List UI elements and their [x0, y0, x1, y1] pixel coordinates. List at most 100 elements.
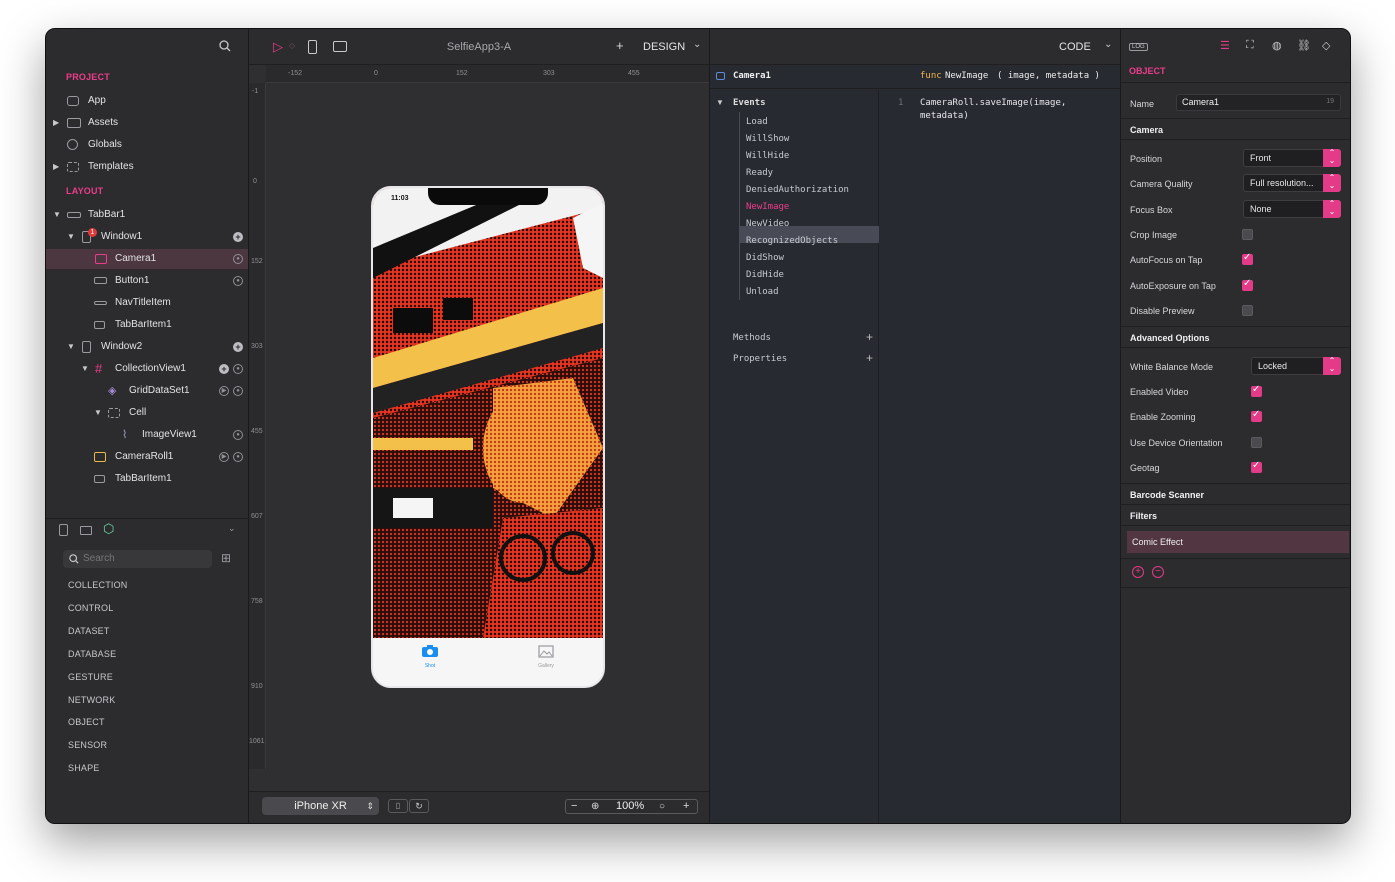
layout-item-collectionview1[interactable]: ▼ # CollectionView1 + ● — [46, 359, 248, 379]
device-orientation-checkbox[interactable] — [1251, 437, 1262, 448]
enabled-video-checkbox[interactable] — [1251, 384, 1262, 397]
add-button[interactable]: + — [616, 38, 624, 53]
disclosure-down-icon[interactable]: ▼ — [716, 98, 724, 107]
run-icon[interactable]: ▷ — [273, 39, 283, 55]
chevron-down-icon[interactable]: ⌄ — [693, 39, 701, 50]
category-sensor[interactable]: SENSOR — [68, 740, 107, 750]
project-item-assets[interactable]: ▶ Assets — [46, 113, 248, 133]
disable-preview-checkbox[interactable] — [1242, 305, 1253, 316]
add-child-icon[interactable]: + — [233, 232, 243, 242]
orientation-icon[interactable]: ▯ — [388, 799, 408, 813]
layout-item-tabbar1[interactable]: ▼ TabBar1 — [46, 205, 248, 225]
layout-item-window1[interactable]: ▼ 1 Window1 + — [46, 227, 248, 247]
category-network[interactable]: NETWORK — [68, 695, 115, 705]
event-didshow[interactable]: DidShow — [746, 253, 784, 263]
autofocus-checkbox[interactable] — [1242, 252, 1253, 265]
layout-item-imageview1[interactable]: ⌇ ImageView1 ● — [46, 425, 248, 445]
name-field[interactable]: Camera1 19 — [1176, 94, 1341, 111]
device-select[interactable]: iPhone XR ⇕ — [262, 797, 379, 815]
layout-item-navtitleitem[interactable]: NavTitleItem — [46, 293, 248, 313]
layout-item-tabbaritem1-b[interactable]: TabBarItem1 — [46, 469, 248, 489]
position-select[interactable]: Front ⌃ ⌄ — [1243, 149, 1341, 167]
play-icon[interactable]: ▶ — [219, 452, 229, 462]
outlet-icon[interactable]: ● — [233, 276, 243, 286]
disclosure-right-icon[interactable]: ▶ — [53, 157, 59, 177]
outlet-icon[interactable]: ● — [233, 386, 243, 396]
disclosure-down-icon[interactable]: ▼ — [94, 403, 102, 423]
add-child-icon[interactable]: + — [233, 342, 243, 352]
category-control[interactable]: CONTROL — [68, 603, 113, 613]
enable-zooming-checkbox[interactable] — [1251, 409, 1262, 422]
zoom-in-button[interactable]: + — [683, 800, 689, 813]
device-preview-icon[interactable] — [308, 40, 317, 54]
autoexposure-checkbox[interactable] — [1242, 278, 1253, 291]
diamond-icon[interactable]: ◇ — [1322, 39, 1330, 52]
rotate-icon[interactable]: ↻ — [409, 799, 429, 813]
layout-item-button1[interactable]: Button1 ● — [46, 271, 248, 291]
library-objects-icon[interactable]: ⬡ — [103, 521, 114, 537]
category-database[interactable]: DATABASE — [68, 649, 116, 659]
zoom-out-button[interactable]: − — [571, 800, 577, 813]
layout-item-camera1[interactable]: Camera1 ● — [46, 249, 248, 269]
filters-label[interactable]: Filters — [1130, 511, 1157, 521]
category-shape[interactable]: SHAPE — [68, 763, 100, 773]
code-text-area[interactable]: 1 CameraRoll.saveImage(image, metadata) — [880, 90, 1121, 823]
tab-gallery[interactable]: Gallery — [531, 644, 561, 669]
focus-box-select[interactable]: None ⌃ ⌄ — [1243, 200, 1341, 218]
event-ready[interactable]: Ready — [746, 168, 773, 178]
project-item-globals[interactable]: Globals — [46, 135, 248, 155]
event-willhide[interactable]: WillHide — [746, 151, 789, 161]
event-recognizedobjects[interactable]: RecognizedObjects — [746, 236, 838, 246]
category-object[interactable]: OBJECT — [68, 717, 105, 727]
camera-view[interactable]: 11:03 — [373, 188, 603, 638]
event-load[interactable]: Load — [746, 117, 768, 127]
event-willshow[interactable]: WillShow — [746, 134, 789, 144]
event-newvideo[interactable]: NewVideo — [746, 219, 789, 229]
category-gesture[interactable]: GESTURE — [68, 672, 113, 682]
filter-item-comic-effect[interactable]: Comic Effect — [1127, 531, 1349, 553]
geotag-checkbox[interactable] — [1251, 460, 1262, 473]
category-dataset[interactable]: DATASET — [68, 626, 110, 636]
search-icon[interactable] — [219, 40, 231, 52]
methods-label[interactable]: Methods — [733, 333, 771, 343]
disclosure-down-icon[interactable]: ▼ — [67, 337, 75, 357]
add-filter-button[interactable]: + — [1132, 566, 1144, 578]
outlet-icon[interactable]: ● — [233, 364, 243, 374]
outlet-icon[interactable]: ● — [233, 430, 243, 440]
zoom-search-icon[interactable]: ○ — [659, 800, 665, 813]
project-item-app[interactable]: App — [46, 91, 248, 111]
quality-select[interactable]: Full resolution... ⌃ ⌄ — [1243, 174, 1341, 192]
event-unload[interactable]: Unload — [746, 287, 779, 297]
layout-item-cell[interactable]: ▼ Cell — [46, 403, 248, 423]
project-item-templates[interactable]: ▶ Templates — [46, 157, 248, 177]
play-icon[interactable]: ▶ — [219, 386, 229, 396]
add-method-button[interactable]: + — [866, 330, 873, 344]
library-search-input[interactable] — [83, 551, 207, 566]
add-property-button[interactable]: + — [866, 351, 873, 365]
barcode-scanner-label[interactable]: Barcode Scanner — [1130, 490, 1204, 500]
white-balance-select[interactable]: Locked ⌃ ⌄ — [1251, 357, 1341, 375]
log-button[interactable]: LOG — [1129, 43, 1148, 51]
code-mode-select[interactable]: CODE — [1059, 41, 1091, 53]
layout-item-cameraroll1[interactable]: CameraRoll1 ▶ ● — [46, 447, 248, 467]
run-options-icon[interactable]: ◇ — [289, 41, 295, 50]
layout-item-griddataset1[interactable]: ◈ GridDataSet1 ▶ ● — [46, 381, 248, 401]
fit-icon[interactable]: ⊕ — [591, 800, 599, 813]
layout-item-window2[interactable]: ▼ Window2 + — [46, 337, 248, 357]
tab-shot[interactable]: Shot — [415, 644, 445, 669]
properties-label[interactable]: Properties — [733, 354, 787, 364]
shield-icon[interactable]: ◍ — [1272, 39, 1282, 52]
chevron-down-icon[interactable]: ⌄ — [1104, 39, 1112, 50]
screenshot-icon[interactable] — [333, 41, 347, 52]
disclosure-right-icon[interactable]: ▶ — [53, 113, 59, 133]
event-deniedauthorization[interactable]: DeniedAuthorization — [746, 185, 849, 195]
chevron-down-icon[interactable]: ⌄ — [228, 523, 236, 534]
grid-view-icon[interactable]: ⊞ — [221, 551, 231, 565]
remove-filter-button[interactable]: − — [1152, 566, 1164, 578]
event-didhide[interactable]: DidHide — [746, 270, 784, 280]
design-mode-select[interactable]: DESIGN — [643, 41, 685, 53]
outlet-icon[interactable]: ● — [233, 452, 243, 462]
frame-icon[interactable]: ⛶ — [1246, 39, 1254, 52]
event-newimage[interactable]: NewImage — [746, 202, 789, 212]
library-components-icon[interactable] — [80, 526, 92, 535]
